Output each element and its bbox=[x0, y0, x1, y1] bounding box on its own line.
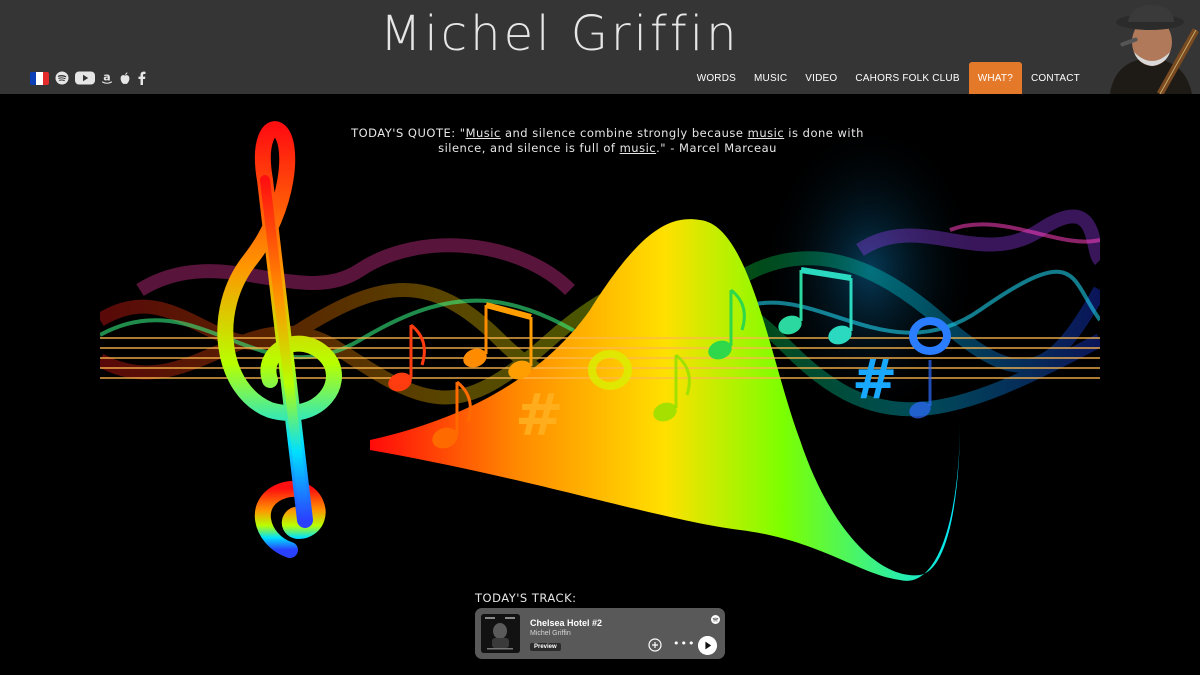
site-title[interactable]: Michel Griffin bbox=[380, 6, 740, 62]
nav-item-video[interactable]: VIDEO bbox=[796, 62, 846, 94]
nav-item-cahors-folk-club[interactable]: CAHORS FOLK CLUB bbox=[846, 62, 968, 94]
track-artist[interactable]: Michel Griffin bbox=[530, 630, 571, 637]
hero-music-artwork: # # bbox=[100, 120, 1100, 581]
site-header: Michel Griffin a WORDS MUSIC VIDEO CAHOR… bbox=[0, 0, 1200, 94]
track-title[interactable]: Chelsea Hotel #2 bbox=[530, 618, 602, 628]
social-links: a bbox=[30, 69, 146, 87]
facebook-link[interactable] bbox=[137, 70, 146, 86]
french-flag-icon bbox=[30, 71, 49, 85]
apple-icon bbox=[120, 72, 130, 84]
quote-link-music-3[interactable]: music bbox=[620, 141, 657, 155]
language-french-link[interactable] bbox=[30, 70, 49, 86]
youtube-icon bbox=[75, 71, 95, 85]
nav-item-what[interactable]: WHAT? bbox=[968, 62, 1022, 94]
quote-link-music-1[interactable]: Music bbox=[466, 126, 501, 140]
todays-quote: TODAY'S QUOTE: "Music and silence combin… bbox=[351, 126, 864, 155]
avatar bbox=[1100, 0, 1200, 94]
amazon-icon: a bbox=[101, 71, 113, 84]
nav-item-music[interactable]: MUSIC bbox=[745, 62, 796, 94]
more-options-icon[interactable]: ••• bbox=[673, 637, 695, 650]
todays-track-label: TODAY'S TRACK: bbox=[475, 591, 577, 605]
nav-item-contact[interactable]: CONTACT bbox=[1022, 62, 1089, 94]
svg-text:a: a bbox=[103, 71, 110, 84]
spotify-icon[interactable] bbox=[711, 615, 720, 624]
apple-music-link[interactable] bbox=[119, 70, 131, 86]
youtube-link[interactable] bbox=[75, 70, 95, 86]
album-cover[interactable] bbox=[481, 614, 520, 653]
quote-link-music-2[interactable]: music bbox=[748, 126, 785, 140]
facebook-icon bbox=[138, 71, 146, 85]
spotify-icon bbox=[55, 71, 69, 85]
svg-text:#: # bbox=[515, 381, 564, 449]
spotify-player[interactable]: Chelsea Hotel #2 Michel Griffin Preview … bbox=[475, 608, 725, 659]
main-nav: WORDS MUSIC VIDEO CAHORS FOLK CLUB WHAT?… bbox=[688, 62, 1089, 94]
preview-badge: Preview bbox=[530, 643, 561, 651]
add-to-library-icon[interactable] bbox=[648, 638, 662, 652]
nav-item-words[interactable]: WORDS bbox=[688, 62, 745, 94]
amazon-link[interactable]: a bbox=[101, 70, 113, 86]
play-button[interactable] bbox=[698, 636, 717, 655]
spotify-link[interactable] bbox=[55, 70, 69, 86]
svg-text:#: # bbox=[852, 348, 897, 411]
